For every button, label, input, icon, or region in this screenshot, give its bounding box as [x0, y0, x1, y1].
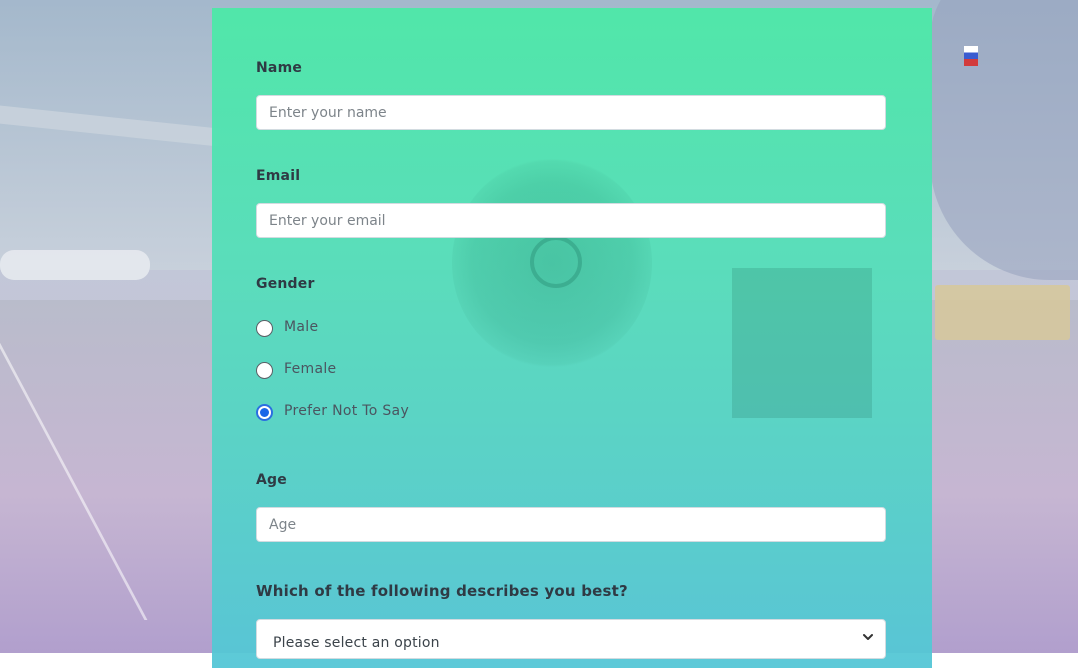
gender-option-label: Male: [284, 319, 319, 335]
gender-option-female[interactable]: Female: [256, 358, 336, 380]
gender-option-label: Prefer Not To Say: [284, 403, 410, 419]
name-input[interactable]: [256, 95, 886, 130]
radio-button-prefer-not-to-say[interactable]: [256, 403, 273, 421]
background-truck: [935, 285, 1070, 340]
chevron-down-icon: [863, 634, 873, 640]
age-input[interactable]: [256, 507, 886, 542]
email-label: Email: [256, 168, 301, 184]
name-label: Name: [256, 60, 303, 76]
gender-option-male[interactable]: Male: [256, 316, 318, 338]
age-label: Age: [256, 472, 287, 488]
background-landing-gear: [732, 268, 872, 418]
background-plane: [0, 250, 150, 280]
gender-label: Gender: [256, 276, 315, 292]
gender-option-label: Female: [284, 361, 337, 377]
role-question: Which of the following describes you bes…: [256, 582, 628, 600]
role-select-value: Please select an option: [273, 635, 440, 651]
gender-option-prefer-not-to-say[interactable]: Prefer Not To Say: [256, 400, 409, 422]
email-input[interactable]: [256, 203, 886, 238]
radio-button-male[interactable]: [256, 319, 273, 337]
role-select[interactable]: Please select an option: [256, 619, 886, 659]
background-engine-hub: [530, 236, 582, 288]
survey-form-card: Name Email Gender Male Female Prefer Not…: [212, 8, 932, 668]
radio-button-female[interactable]: [256, 361, 273, 379]
background-flag: [964, 46, 978, 66]
